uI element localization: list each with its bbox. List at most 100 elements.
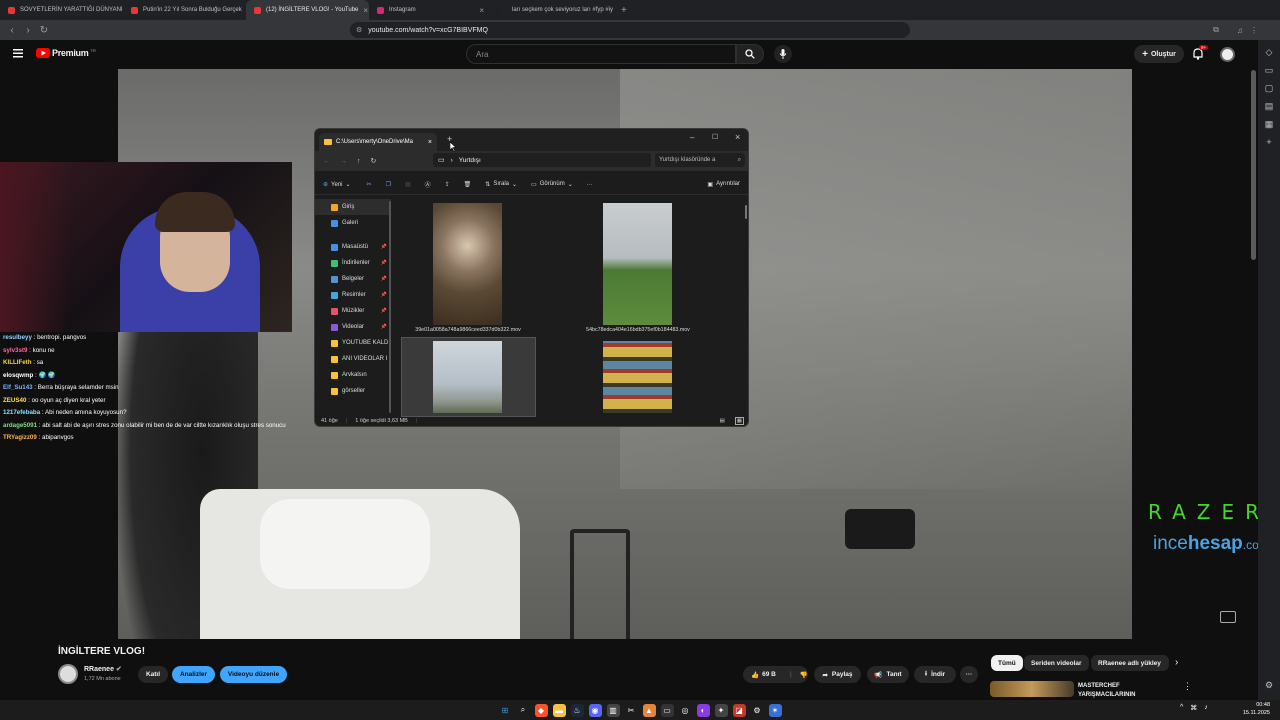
details-button[interactable]: ▣ Ayrıntılar <box>707 181 740 188</box>
rename-icon[interactable]: Ⓐ <box>425 180 431 189</box>
view-button[interactable]: ▭ Görünüm ⌄ <box>531 181 573 188</box>
app-icon-9[interactable]: ▭ <box>660 703 674 717</box>
sidebar-bookmark-icon[interactable]: ▤ <box>1264 101 1274 111</box>
sidebar-item[interactable]: Müzikler 📌 <box>315 303 391 319</box>
more-options-icon[interactable]: ··· <box>587 182 593 188</box>
capcut-icon[interactable]: ✂ <box>625 704 638 717</box>
app-icon-15[interactable]: ✶ <box>768 703 782 717</box>
list-view-icon[interactable]: ▤ <box>720 418 725 424</box>
file-item[interactable] <box>401 337 536 417</box>
filter-chip[interactable]: Tümü <box>991 655 1023 671</box>
browser-tab[interactable]: ları seçkem çok seviyoruz ları #fyp #iy× <box>492 0 615 20</box>
recommended-more-icon[interactable]: ⋮ <box>1183 681 1192 692</box>
obs-icon[interactable]: ◎ <box>679 704 692 717</box>
new-tab-button[interactable]: + <box>615 5 633 16</box>
analytics-button[interactable]: Analizler <box>172 666 215 683</box>
sidebar-item[interactable]: Galeri <box>315 215 391 231</box>
settings-taskbar-icon[interactable]: ⚙ <box>751 704 764 717</box>
paste-icon[interactable]: ▤ <box>405 181 411 188</box>
recommended-video-text[interactable]: MASTERCHEF YARIŞMACILARININ <box>1078 682 1135 700</box>
sidebar-item[interactable]: Videolar 📌 <box>315 319 391 335</box>
address-bar[interactable]: ⚙ youtube.com/watch?v=xcG7BIBVFMQ <box>350 22 910 38</box>
hamburger-menu-icon[interactable] <box>13 49 23 58</box>
twitch-icon[interactable]: ◐ <box>696 703 710 717</box>
start-icon[interactable]: ⊞ <box>499 704 512 717</box>
page-scrollbar-thumb[interactable] <box>1251 70 1256 260</box>
sort-button[interactable]: ⇅ Sırala ⌄ <box>485 181 517 188</box>
more-actions-button[interactable]: ··· <box>960 666 978 683</box>
refresh-icon[interactable]: ↻ <box>371 157 377 165</box>
sidebar-scrollbar[interactable] <box>389 201 391 413</box>
path-segment[interactable]: Yurtdışı <box>459 157 481 164</box>
sidebar-add-icon[interactable]: + <box>1264 137 1274 147</box>
explorer-tab[interactable]: C:\Users\merty\OneDrive\Ma × <box>319 133 437 151</box>
forward-icon[interactable]: › <box>20 25 36 36</box>
filter-chip[interactable]: RRaenee adlı yükley <box>1091 655 1169 671</box>
explorer-address-bar[interactable]: ▭ › Yurtdışı <box>433 153 651 167</box>
sidebar-item[interactable]: YOUTUBE KALD <box>315 335 391 351</box>
sidebar-item[interactable]: İndirilenler 📌 <box>315 255 391 271</box>
search-button[interactable] <box>736 44 764 64</box>
maximize-icon[interactable]: ☐ <box>712 133 718 141</box>
join-button[interactable]: Katıl <box>138 666 168 683</box>
sidebar-reading-list-icon[interactable]: ▦ <box>1264 119 1274 129</box>
voice-search-button[interactable] <box>774 45 792 63</box>
like-button[interactable]: 👍 69 B <box>751 671 776 679</box>
vlc-icon[interactable]: ▲ <box>642 703 656 717</box>
channel-avatar[interactable] <box>58 664 78 684</box>
file-explorer-icon[interactable]: ▬ <box>552 703 566 717</box>
close-tab-icon[interactable]: × <box>363 6 368 15</box>
menu-icon[interactable]: ⋮ <box>1246 26 1262 35</box>
app-icon-12[interactable]: ✦ <box>714 703 728 717</box>
grid-scrollbar[interactable] <box>745 205 747 219</box>
close-tab-icon[interactable]: × <box>428 139 432 146</box>
browser-tab[interactable]: Instagram × <box>369 0 492 20</box>
site-info-icon[interactable]: ⚙ <box>356 26 362 34</box>
minimize-icon[interactable]: – <box>690 133 694 142</box>
back-arrow-icon[interactable]: ← <box>323 158 330 165</box>
sidebar-item[interactable]: görseller <box>315 383 391 399</box>
forward-arrow-icon[interactable]: → <box>340 158 347 165</box>
browser-tab[interactable]: Putin'in 22 Yıl Sonra Bulduğu Gerçek× <box>123 0 246 20</box>
filter-chip[interactable]: Seriden videolar <box>1024 655 1089 671</box>
sidebar-item[interactable]: Resimler 📌 <box>315 287 391 303</box>
chips-next-icon[interactable]: › <box>1175 657 1178 668</box>
edit-video-button[interactable]: Videoyu düzenle <box>220 666 287 683</box>
sidebar-chat-icon[interactable]: ▭ <box>1264 65 1274 75</box>
sidebar-wallet-icon[interactable]: ▢ <box>1264 83 1274 93</box>
browser-tab[interactable]: (12) İNGİLTERE VLOG! - YouTube × <box>246 0 369 20</box>
cut-icon[interactable]: ✂ <box>367 181 372 188</box>
notifications-button[interactable]: 9+ <box>1192 45 1209 60</box>
thumbs-down-icon[interactable]: 👎 <box>800 671 808 679</box>
sidebar-item[interactable]: Belgeler 📌 <box>315 271 391 287</box>
file-item[interactable] <box>603 341 672 413</box>
download-button[interactable]: ⭳ İndir <box>914 666 956 683</box>
sidebar-item[interactable]: Arvkalsın <box>315 367 391 383</box>
share-button[interactable]: ➦ Paylaş <box>814 666 861 683</box>
brave-icon[interactable]: ◆ <box>534 703 548 717</box>
account-avatar[interactable] <box>1220 47 1235 62</box>
up-arrow-icon[interactable]: ↑ <box>357 158 361 165</box>
tray-chevron-icon[interactable]: ^ <box>1180 704 1183 712</box>
file-explorer-window[interactable]: C:\Users\merty\OneDrive\Ma × + – ☐ × ← →… <box>314 128 749 427</box>
browser-tab[interactable]: SOVYETLERİN YARATTIĞI DÜNYANIN× <box>0 0 123 20</box>
channel-name[interactable]: RRaenee ✔ <box>84 665 122 673</box>
volume-icon[interactable]: ♪ <box>1204 704 1208 712</box>
youtube-logo[interactable]: Premium TR <box>36 48 96 58</box>
reload-icon[interactable]: ↻ <box>36 25 52 36</box>
steam-icon[interactable]: ♨ <box>570 703 584 717</box>
delete-icon[interactable]: 🗑 <box>464 181 472 188</box>
file-item[interactable]: 39e01a0058a748a9866ceed337d0b322.mov <box>415 203 553 333</box>
app-icon-6[interactable]: ▥ <box>606 703 620 717</box>
close-tab-icon[interactable]: × <box>479 6 484 15</box>
explorer-search-input[interactable]: Yurtdışı klasöründe a ⌕ <box>655 153 745 167</box>
sidebar-settings-icon[interactable]: ⚙ <box>1264 680 1274 690</box>
system-clock[interactable]: 00:48 15.11.2025 <box>1243 701 1270 717</box>
discord-icon[interactable]: ◉ <box>588 703 602 717</box>
sidebar-item[interactable]: Giriş <box>315 199 391 215</box>
back-icon[interactable]: ‹ <box>4 25 20 36</box>
extensions-icon[interactable]: ⧉ <box>1208 25 1224 35</box>
sidebar-item[interactable]: ANI VIDEOLAR I <box>315 351 391 367</box>
search-taskbar-icon[interactable]: ⌕ <box>517 704 530 717</box>
tile-view-icon[interactable]: ▦ <box>734 417 744 425</box>
